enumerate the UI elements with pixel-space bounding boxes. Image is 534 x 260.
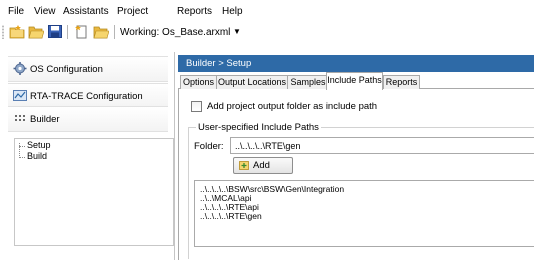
sidebar-item-os-configuration[interactable]: OS Configuration xyxy=(8,56,168,82)
tab-reports[interactable]: Reports xyxy=(383,75,420,89)
menu-bar: File View Assistants Project Reports Hel… xyxy=(0,0,534,22)
sidebar-item-builder[interactable]: Builder xyxy=(8,106,168,132)
builder-tree: Setup Build xyxy=(14,138,174,246)
menu-view[interactable]: View xyxy=(34,6,56,17)
menu-reports[interactable]: Reports xyxy=(177,6,212,17)
tab-output-locations[interactable]: Output Locations xyxy=(216,75,288,89)
gear-icon xyxy=(13,62,27,75)
sidebar-item-label: Builder xyxy=(30,114,60,125)
folder-input[interactable]: ..\..\..\..\RTE\gen xyxy=(230,137,534,154)
tree-item-setup[interactable]: Setup xyxy=(27,140,51,150)
chevron-down-icon[interactable]: ▼ xyxy=(233,27,241,36)
add-output-folder-checkbox[interactable] xyxy=(191,101,202,112)
folder-label: Folder: xyxy=(194,141,224,152)
menu-help[interactable]: Help xyxy=(222,6,243,17)
toolbar-separator xyxy=(114,25,115,39)
open-folder-icon[interactable] xyxy=(28,24,44,39)
tab-samples[interactable]: Samples xyxy=(287,75,329,89)
trace-icon xyxy=(13,90,27,101)
sidebar-item-label: RTA-TRACE Configuration xyxy=(30,91,143,102)
list-item[interactable]: ..\..\..\..\RTE\gen xyxy=(200,211,262,221)
new-project-icon[interactable] xyxy=(9,24,25,39)
add-button-label: Add xyxy=(253,160,270,171)
add-path-button[interactable]: Add xyxy=(233,157,293,174)
menu-project[interactable]: Project xyxy=(117,6,148,17)
group-title: User-specified Include Paths xyxy=(196,122,321,133)
tab-options[interactable]: Options xyxy=(180,75,217,89)
tree-line xyxy=(19,157,25,158)
open-item-icon[interactable] xyxy=(93,24,109,39)
tree-item-build[interactable]: Build xyxy=(27,151,47,161)
new-item-icon[interactable] xyxy=(73,24,89,39)
menu-assistants[interactable]: Assistants xyxy=(63,6,109,17)
sidebar-item-label: OS Configuration xyxy=(30,64,103,75)
toolbar-grip[interactable] xyxy=(2,25,4,39)
checkbox-label: Add project output folder as include pat… xyxy=(207,101,378,112)
include-paths-list[interactable]: ..\..\..\..\BSW\src\BSW\Gen\Integration … xyxy=(194,180,534,247)
grid-icon xyxy=(15,115,25,121)
menu-file[interactable]: File xyxy=(8,6,24,17)
working-file-label[interactable]: Working: Os_Base.arxml xyxy=(120,27,230,38)
page-header: Builder > Setup xyxy=(178,55,534,72)
toolbar-separator xyxy=(67,25,68,39)
breadcrumb: Builder > Setup xyxy=(186,58,252,69)
add-icon xyxy=(239,161,249,170)
folder-input-value: ..\..\..\..\RTE\gen xyxy=(235,141,301,151)
tab-include-paths[interactable]: Include Paths xyxy=(326,72,383,90)
save-icon[interactable] xyxy=(47,24,63,39)
tree-line xyxy=(19,146,25,147)
